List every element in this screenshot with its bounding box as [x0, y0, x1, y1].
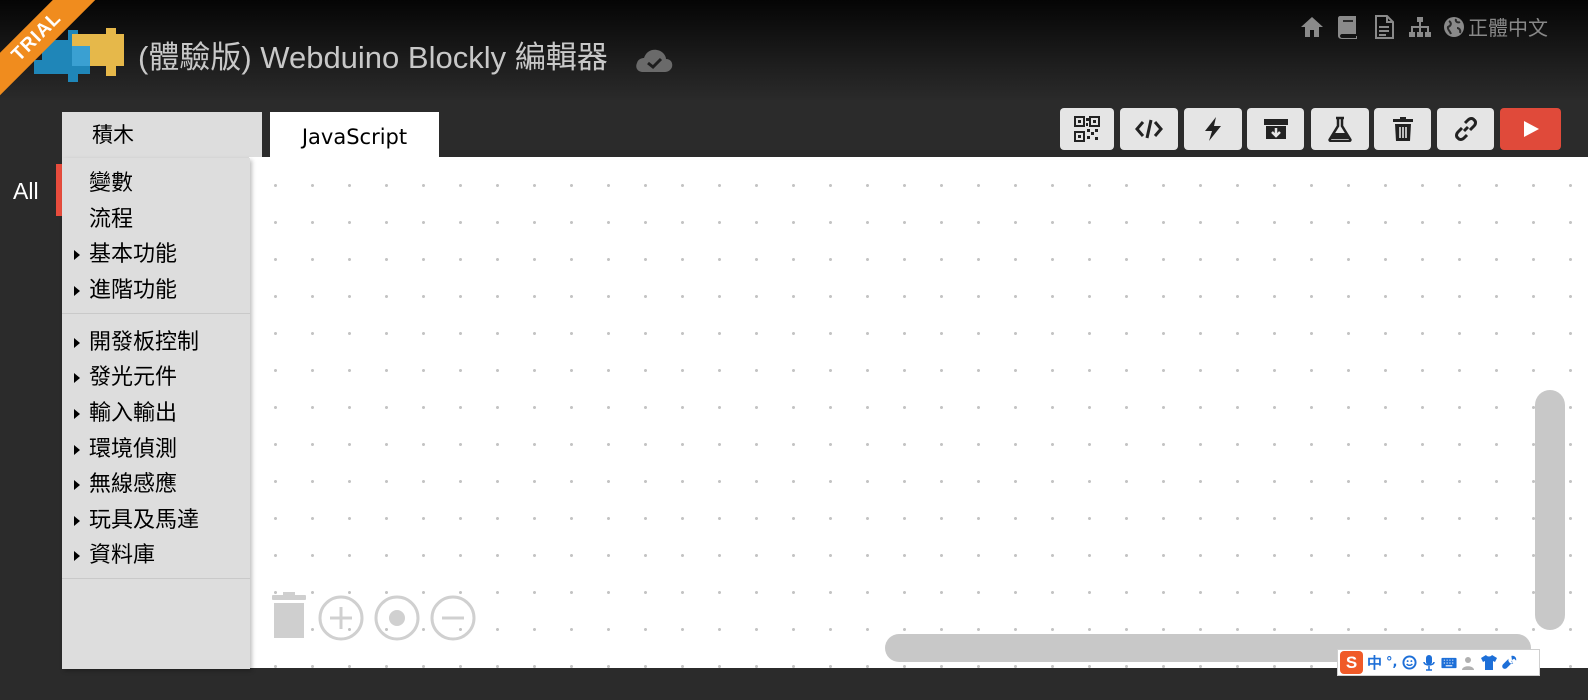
- flask-icon: [1328, 116, 1352, 142]
- category-wireless[interactable]: 無線感應: [62, 468, 250, 502]
- lightning-button[interactable]: [1184, 108, 1242, 150]
- top-nav: 正體中文: [1299, 12, 1548, 41]
- globe-icon: [1444, 16, 1464, 37]
- category-environment[interactable]: 環境偵測: [62, 433, 250, 467]
- trash-icon: [1392, 117, 1413, 141]
- expand-arrow-icon: [74, 480, 80, 490]
- zoom-out-icon[interactable]: [430, 595, 476, 641]
- category-basic[interactable]: 基本功能: [62, 238, 250, 272]
- play-icon: [1523, 121, 1539, 137]
- zoom-in-icon[interactable]: [318, 595, 364, 641]
- code-icon: [1135, 119, 1163, 139]
- workspace-trash-icon[interactable]: [271, 592, 307, 640]
- toolbox-all-category[interactable]: All: [0, 164, 56, 216]
- expand-arrow-icon: [74, 338, 80, 348]
- category-label: 進階功能: [89, 278, 178, 303]
- tab-javascript[interactable]: JavaScript: [270, 112, 439, 158]
- ime-mode[interactable]: 中: [1367, 652, 1382, 673]
- category-board-control[interactable]: 開發板控制: [62, 326, 250, 360]
- ime-logo[interactable]: S: [1340, 651, 1363, 674]
- category-toys-motors[interactable]: 玩具及馬達: [62, 504, 250, 538]
- link-icon: [1454, 117, 1477, 141]
- trash-button[interactable]: [1374, 108, 1431, 150]
- toolbox-separator: [62, 313, 250, 314]
- language-label: 正體中文: [1468, 16, 1548, 40]
- category-variables[interactable]: 變數: [62, 167, 250, 201]
- wrench-icon[interactable]: [1501, 655, 1517, 671]
- skin-shirt-icon[interactable]: [1481, 655, 1498, 671]
- category-flow[interactable]: 流程: [62, 203, 250, 237]
- language-selector[interactable]: 正體中文: [1443, 12, 1548, 41]
- code-button[interactable]: [1120, 108, 1178, 150]
- expand-arrow-icon: [74, 445, 80, 455]
- category-io[interactable]: 輸入輸出: [62, 397, 250, 431]
- document-icon[interactable]: [1371, 14, 1397, 40]
- category-label: 變數: [89, 171, 134, 196]
- flask-button[interactable]: [1311, 108, 1369, 150]
- category-label: 玩具及馬達: [89, 508, 200, 533]
- expand-arrow-icon: [74, 551, 80, 561]
- keyboard-icon[interactable]: [1441, 655, 1457, 671]
- expand-arrow-icon: [74, 286, 80, 296]
- category-label: 環境偵測: [89, 437, 178, 462]
- expand-arrow-icon: [74, 516, 80, 526]
- expand-arrow-icon: [74, 250, 80, 260]
- qr-code-button[interactable]: [1060, 108, 1114, 150]
- archive-download-icon: [1263, 119, 1288, 139]
- sitemap-icon[interactable]: [1407, 14, 1433, 40]
- link-button[interactable]: [1437, 108, 1494, 150]
- user-icon[interactable]: [1461, 655, 1477, 671]
- zoom-reset-icon[interactable]: [374, 595, 420, 641]
- category-label: 基本功能: [89, 242, 178, 267]
- category-label: 開發板控制: [89, 330, 200, 355]
- home-icon[interactable]: [1299, 14, 1325, 40]
- category-light[interactable]: 發光元件: [62, 361, 250, 395]
- archive-download-button[interactable]: [1247, 108, 1304, 150]
- category-label: 發光元件: [89, 365, 178, 390]
- category-label: 無線感應: [89, 472, 178, 497]
- category-label: 輸入輸出: [89, 401, 178, 426]
- run-button[interactable]: [1500, 108, 1561, 150]
- header-bar: TRIAL (體驗版) Webduino Blockly 編輯器 正體中文: [0, 0, 1588, 101]
- category-label: 流程: [89, 207, 134, 232]
- app-title: (體驗版) Webduino Blockly 編輯器: [138, 40, 608, 75]
- ime-punctuation[interactable]: °,: [1386, 655, 1397, 670]
- lightning-icon: [1205, 117, 1221, 141]
- emoji-icon[interactable]: [1401, 655, 1417, 671]
- book-icon[interactable]: [1335, 14, 1361, 40]
- workspace-vertical-scrollbar[interactable]: [1535, 390, 1565, 630]
- ime-toolbar: S 中 °,: [1337, 649, 1540, 676]
- category-database[interactable]: 資料庫: [62, 539, 250, 573]
- tab-blocks[interactable]: 積木: [62, 112, 262, 158]
- toolbox-separator: [62, 578, 250, 579]
- toolbox: 變數 流程 基本功能 進階功能 開發板控制 發光元件 輸入輸出 環境偵測 無線感…: [62, 158, 250, 669]
- cloud-check-icon: [636, 49, 673, 72]
- category-label: 資料庫: [89, 543, 156, 568]
- blockly-workspace[interactable]: [249, 157, 1588, 668]
- microphone-icon[interactable]: [1421, 654, 1437, 671]
- qr-code-icon: [1074, 116, 1100, 142]
- category-advanced[interactable]: 進階功能: [62, 274, 250, 308]
- expand-arrow-icon: [74, 409, 80, 419]
- expand-arrow-icon: [74, 373, 80, 383]
